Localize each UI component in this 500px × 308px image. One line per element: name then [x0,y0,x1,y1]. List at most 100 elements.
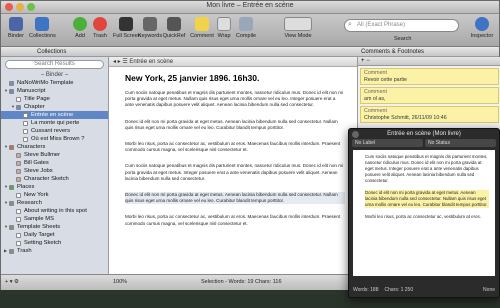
binder-item[interactable]: Title Page [1,95,108,103]
binder-item[interactable]: La monte qui perte [1,119,108,127]
remove-comment-icon[interactable]: − [366,58,370,64]
fullscreen-button[interactable]: Full Screen [113,17,141,39]
status-select[interactable]: No Status [425,139,496,147]
binder-item[interactable]: Character Sketch [1,175,108,183]
trash-icon [9,248,14,254]
document-icon [23,136,28,142]
compile-button[interactable]: Compile [233,17,259,39]
binder-item[interactable]: ▶ Trash [1,247,108,255]
dock-area [0,290,500,308]
binder-item-label: Bill Gates [24,160,49,166]
document-icon [16,216,21,222]
trash-button[interactable]: Trash [87,17,113,39]
notes-toolbar: + − [358,57,500,66]
binder-item[interactable]: ▼ Chapter [1,103,108,111]
folder-icon [9,184,14,190]
binder-sidebar: Search Results – Binder – NaNoWriMo Temp… [1,57,109,274]
binder-item[interactable]: Setting Sketch [1,239,108,247]
comment-icon [195,17,209,31]
document-icon [16,96,21,102]
view-mode-control[interactable]: View Mode [283,17,313,39]
folder-icon [9,88,14,94]
binder-item-label: Trash [17,248,32,254]
comment-card[interactable]: Comment Revoir cette partie [360,68,499,85]
add-comment-icon[interactable]: + [361,58,365,64]
comment-card[interactable]: Comment am ol as, [360,87,499,104]
add-icon [73,17,87,31]
selected-paragraph: Donec id elit non mi porta gravida at eg… [125,192,345,205]
paragraph: Cum sociis natoque penatibus et magnis d… [365,154,488,183]
collections-header[interactable]: Collections [37,49,66,55]
folder-icon [16,104,21,110]
document-heading: New York, 25 janvier 1896. 16h30. [125,73,260,83]
binder-item-label: Chapter [24,104,45,110]
binder-item-label: Sample MS [24,216,54,222]
binder-item[interactable]: Cussant revers [1,127,108,135]
editor-header: ◂ ▸ ☰ Entrée en scène [109,57,357,67]
binder-item-label: Template Sheets [17,224,61,230]
binder-item[interactable]: NaNoWriMo Template [1,79,108,87]
inspector-button[interactable]: Inspector [469,17,495,39]
binder-item[interactable]: Steve Jobs [1,167,108,175]
document-icon [16,192,21,198]
search-label: Search [394,36,412,42]
quickref-text[interactable]: Cum sociis natoque penatibus et magnis d… [353,150,495,276]
folder-icon [9,200,14,206]
binder-button[interactable]: Binder [3,17,29,39]
highlighted-paragraph: Donec id elit non mi porta gravida at eg… [365,190,489,208]
binder-actions-icon[interactable]: + ▾ ⚙ [5,279,19,285]
editor-body[interactable]: New York, 25 janvier 1896. 16h30. Cum so… [109,67,357,227]
search-icon: ⌕ [348,21,352,28]
paragraph: Cum sociis natoque penatibus et magnis d… [125,163,344,181]
binder-item[interactable]: ▼ Manuscript [1,87,108,95]
binder-item-label: Places [17,184,35,190]
quickref-button[interactable]: QuickRef [161,17,187,39]
binder-item[interactable]: Bill Gates [1,159,108,167]
binder-item-label: About writing in this spot [24,208,87,214]
search-results-field[interactable]: Search Results [5,60,104,69]
keywords-button[interactable]: Keywords [137,17,163,39]
binder-item[interactable]: ▼ Places [1,183,108,191]
binder-item[interactable]: ▼ Research [1,199,108,207]
quickref-icon [167,17,181,31]
view-mode-icon [284,17,312,31]
binder-list: NaNoWriMo Template ▼ Manuscript Title Page ▼… [1,79,108,255]
binder-item-label: La monte qui perte [31,120,80,126]
editor-pane: ◂ ▸ ☰ Entrée en scène New York, 25 janvi… [109,57,357,274]
binder-item[interactable]: New York [1,191,108,199]
paragraph: Morbi leo risus, porta ac consectetur ac… [125,141,341,153]
quickref-meta: No Label No Status [349,139,499,147]
nav-arrows-icon[interactable]: ◂ ▸ ☰ [113,59,129,65]
binder-item-label: Steve Jobs [24,168,53,174]
wrap-icon [217,17,231,31]
trash-icon [93,17,107,31]
document-icon [16,208,21,214]
binder-item-label: New York [24,192,49,198]
keywords-icon [143,17,157,31]
binder-item[interactable]: Entrée en scène [1,111,108,119]
binder-item-label: NaNoWriMo Template [17,80,74,86]
binder-item[interactable]: About writing in this spot [1,207,108,215]
comment-card[interactable]: Comment Christophe Schmitt, 26/11/09 10:… [360,106,499,123]
fullscreen-icon [119,17,133,31]
editor-path: Entrée en scène [129,59,174,65]
binder-item-label: Steve Bullmer [24,152,61,158]
selection-count: Selection - Words: 19 Chars: 116 [201,279,282,285]
binder-item[interactable]: Sample MS [1,215,108,223]
binder-item[interactable]: Steve Bullmer [1,151,108,159]
binder-item-label: Characters [17,144,46,150]
collections-button[interactable]: Collections [29,17,56,39]
binder-item-label: Cussant revers [31,128,70,134]
binder-item[interactable]: ▼ Characters [1,143,108,151]
binder-item[interactable]: Où est Miss Brown ? [1,135,108,143]
binder-item-label: Character Sketch [24,176,69,182]
binder-item[interactable]: ▼ Template Sheets [1,223,108,231]
notes-header: Comments & Footnotes [361,49,425,55]
binder-item[interactable]: Daily Target [1,231,108,239]
zoom-selector[interactable]: 100% [113,279,127,285]
close-icon[interactable] [352,131,359,138]
search-input[interactable]: All (Exact Phrase) [344,19,459,32]
document-icon [16,232,21,238]
label-select[interactable]: No Label [352,139,423,147]
quickref-panel: Entrée en scène (Mon livre) No Label No … [348,128,500,298]
